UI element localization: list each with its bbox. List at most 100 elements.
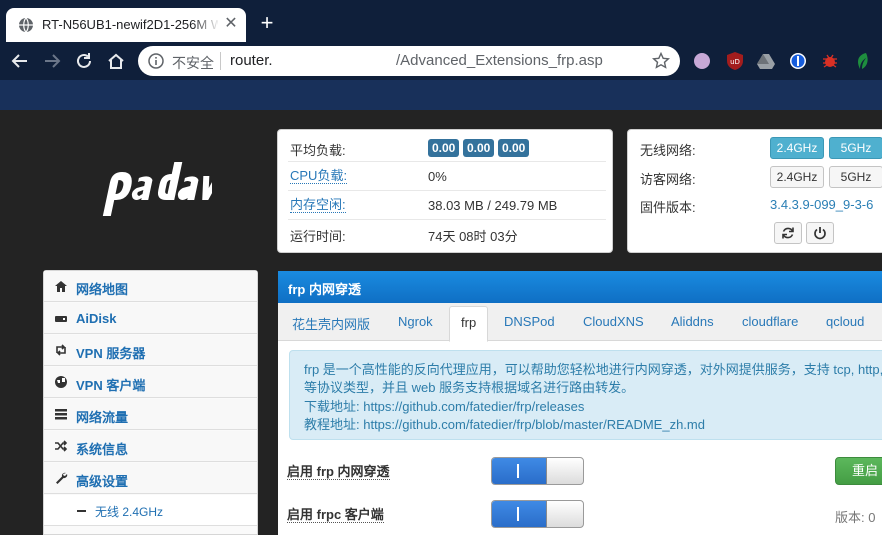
leaf-icon[interactable]: [852, 51, 872, 71]
firmware-row: 固件版本: 3.4.3.9-099_9-3-6: [640, 191, 882, 219]
url-path: /Advanced_Extensions_frp.asp: [396, 52, 603, 69]
close-tab-icon[interactable]: ✕: [222, 15, 240, 33]
toggle-on-state: [492, 458, 547, 484]
firmware-label: 固件版本:: [640, 200, 696, 215]
globe-favicon-icon: [19, 17, 33, 33]
browser-toolbar: 不安全 router. /Advanced_Extensions_frp.asp…: [0, 42, 882, 80]
memory-row: 内存空闲: 38.03 MB / 249.79 MB: [288, 192, 606, 220]
guest-label: 访客网络:: [640, 172, 696, 187]
back-arrow-icon[interactable]: [9, 50, 31, 72]
sidebar-item-vpn-server[interactable]: VPN 服务器: [44, 335, 257, 366]
sidebar-item-traffic[interactable]: 网络流量: [44, 399, 257, 430]
info-icon[interactable]: [148, 53, 164, 69]
bitwarden-icon[interactable]: [788, 51, 808, 71]
home-icon: [55, 281, 67, 292]
enable-frp-toggle[interactable]: [491, 457, 584, 485]
wifi-row: 无线网络: 2.4GHz 5GHz: [640, 134, 882, 162]
load-15min-badge: 0.00: [498, 139, 530, 157]
page-top-band: [0, 80, 882, 110]
notice-line-2: 等协议类型，并且 web 服务支持根据域名进行路由转发。: [304, 380, 635, 395]
padavan-logo: [102, 162, 212, 216]
wifi-label: 无线网络:: [640, 143, 696, 158]
router-page: 平均负载: 0.00 0.00 0.00 CPU负载: 0% 内存空闲: 38.…: [0, 110, 882, 535]
wireless-status-panel: 无线网络: 2.4GHz 5GHz 访客网络: 2.4GHz 5GHz 固件版本…: [627, 129, 882, 253]
globe-icon: [55, 376, 67, 388]
refresh-icon: [782, 227, 794, 239]
version-label: 版本: 0: [835, 510, 876, 525]
panel-header: frp 内网穿透: [278, 271, 882, 303]
sidebar-item-aidisk[interactable]: AiDisk: [44, 303, 257, 334]
memory-free-value: 38.03 MB / 249.79 MB: [428, 198, 558, 213]
load-label: 平均负载:: [290, 143, 346, 158]
forward-arrow-icon[interactable]: [41, 50, 63, 72]
list-icon: [55, 409, 67, 420]
power-icon: [814, 227, 826, 240]
tab-dnspod[interactable]: DNSPod: [504, 311, 555, 341]
restart-button[interactable]: 重启: [835, 457, 882, 485]
tab-oray[interactable]: 花生壳内网版: [292, 311, 370, 341]
tab-aliddns[interactable]: Aliddns: [671, 311, 714, 341]
memory-free-link[interactable]: 内存空闲:: [290, 198, 346, 213]
sidebar-item-label: 系统信息: [76, 442, 129, 457]
sidebar-subitem-label: 无线 2.4GHz: [95, 505, 164, 519]
sidebar-item-label: VPN 客户端: [76, 378, 146, 393]
tab-frp[interactable]: frp: [449, 306, 489, 342]
tab-qcloud[interactable]: qcloud: [826, 311, 864, 341]
drive-icon[interactable]: [756, 51, 776, 71]
tab-ngrok[interactable]: Ngrok: [398, 311, 433, 341]
browser-tab[interactable]: RT-N56UB1-newif2D1-256M W ✕: [6, 8, 246, 42]
download-link[interactable]: 下载地址: https://github.com/fatedier/frp/re…: [304, 396, 584, 415]
load-1min-badge: 0.00: [428, 139, 460, 157]
toggle-on-state: [492, 501, 547, 527]
panel-title: frp 内网穿透: [288, 282, 361, 297]
shuffle-icon: [55, 440, 68, 452]
refresh-button[interactable]: [774, 222, 802, 244]
cpu-load-link[interactable]: CPU负载:: [290, 169, 348, 184]
wifi-5ghz-button[interactable]: 5GHz: [829, 137, 882, 159]
frp-panel: frp 内网穿透 花生壳内网版 Ngrok frp DNSPod CloudXN…: [278, 271, 882, 535]
home-icon[interactable]: [105, 50, 127, 72]
enable-frp-label: 启用 frp 内网穿透: [287, 464, 390, 480]
tab-cloudxns[interactable]: CloudXNS: [583, 311, 644, 341]
guest-row: 访客网络: 2.4GHz 5GHz: [640, 163, 882, 191]
toggle-on-mark: [517, 464, 519, 478]
sidebar-item-label: AiDisk: [76, 311, 117, 326]
url-redacted: [278, 52, 394, 70]
sidebar-menu: 网络地图 AiDisk VPN 服务器 VPN 客户端 网络流量 系统信息 高级…: [43, 270, 258, 535]
bookmark-star-icon[interactable]: [652, 52, 670, 70]
ublock-icon[interactable]: uD: [725, 51, 745, 71]
address-bar[interactable]: 不安全 router. /Advanced_Extensions_frp.asp: [138, 46, 680, 76]
cpu-row: CPU负载: 0%: [288, 163, 606, 191]
uptime-label: 运行时间:: [290, 229, 346, 244]
sidebar-item-advanced[interactable]: 高级设置: [44, 463, 257, 494]
sidebar-item-label: 网络地图: [76, 282, 129, 297]
uptime-row: 运行时间: 74天 08时 03分: [288, 220, 606, 248]
retweet-icon: [56, 344, 66, 356]
frp-info-notice: frp 是一个高性能的反向代理应用，可以帮助您轻松地进行内网穿透，对外网提供服务…: [289, 350, 882, 440]
sidebar-subitem-wireless-24ghz[interactable]: 无线 2.4GHz: [44, 495, 257, 526]
tutorial-link[interactable]: 教程地址: https://github.com/fatedier/frp/bl…: [304, 414, 705, 433]
sidebar-item-label: VPN 服务器: [76, 346, 146, 361]
address-divider: [220, 52, 221, 70]
guest-5ghz-button[interactable]: 5GHz: [829, 166, 882, 188]
power-button[interactable]: [806, 222, 834, 244]
cpu-load-value: 0%: [428, 169, 447, 184]
load-5min-badge: 0.00: [463, 139, 495, 157]
wifi-24ghz-button[interactable]: 2.4GHz: [770, 137, 824, 159]
uptime-value: 74天 08时 03分: [428, 229, 518, 244]
guest-24ghz-button[interactable]: 2.4GHz: [770, 166, 824, 188]
svg-text:uD: uD: [730, 58, 740, 66]
bug-icon[interactable]: [820, 51, 840, 71]
tab-cloudflare[interactable]: cloudflare: [742, 311, 798, 341]
notice-line-1: frp 是一个高性能的反向代理应用，可以帮助您轻松地进行内网穿透，对外网提供服务…: [304, 362, 882, 377]
enable-frpc-toggle[interactable]: [491, 500, 584, 528]
browser-tabstrip: RT-N56UB1-newif2D1-256M W ✕ +: [0, 0, 882, 42]
security-label: 不安全: [172, 55, 214, 71]
reload-icon[interactable]: [73, 50, 95, 72]
sidebar-item-vpn-client[interactable]: VPN 客户端: [44, 367, 257, 398]
new-tab-button[interactable]: +: [256, 12, 278, 34]
sidebar-item-system-info[interactable]: 系统信息: [44, 431, 257, 462]
sidebar-item-network-map[interactable]: 网络地图: [44, 271, 257, 302]
extension-circle-icon[interactable]: [692, 51, 712, 71]
firmware-version[interactable]: 3.4.3.9-099_9-3-6: [770, 197, 873, 212]
